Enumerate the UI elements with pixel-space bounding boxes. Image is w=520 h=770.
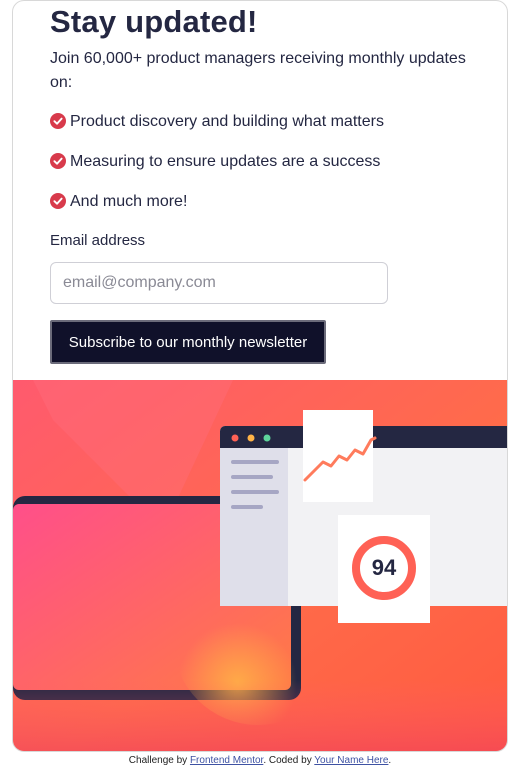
check-circle-icon (50, 193, 66, 209)
score-value: 94 (371, 555, 397, 580)
page-title: Stay updated! (50, 4, 258, 39)
window-dot-icon (231, 434, 239, 442)
frontend-mentor-link[interactable]: Frontend Mentor (190, 755, 263, 766)
footer-suffix: . (388, 755, 392, 766)
feature-label: Product discovery and building what matt… (70, 113, 384, 130)
check-circle-icon (50, 113, 66, 129)
footer-prefix: Challenge by (128, 755, 190, 766)
feature-label: Measuring to ensure updates are a succes… (70, 153, 381, 170)
email-field[interactable] (50, 262, 388, 304)
feature-label: And much more! (70, 193, 188, 210)
author-link[interactable]: Your Name Here (314, 755, 388, 766)
intro-text: Join 60,000+ product managers receiving … (50, 50, 466, 91)
footer-middle: . Coded by (263, 755, 315, 766)
window-dot-icon (247, 434, 255, 442)
email-label: Email address (50, 232, 146, 249)
subscribe-button[interactable]: Subscribe to our monthly newsletter (50, 320, 326, 364)
footer-attribution: Challenge by Frontend Mentor. Coded by Y… (0, 755, 520, 766)
signup-card: Stay updated! Join 60,000+ product manag… (12, 0, 508, 752)
hero-illustration (13, 380, 507, 751)
check-circle-icon (50, 153, 66, 169)
window-dot-icon (263, 434, 271, 442)
